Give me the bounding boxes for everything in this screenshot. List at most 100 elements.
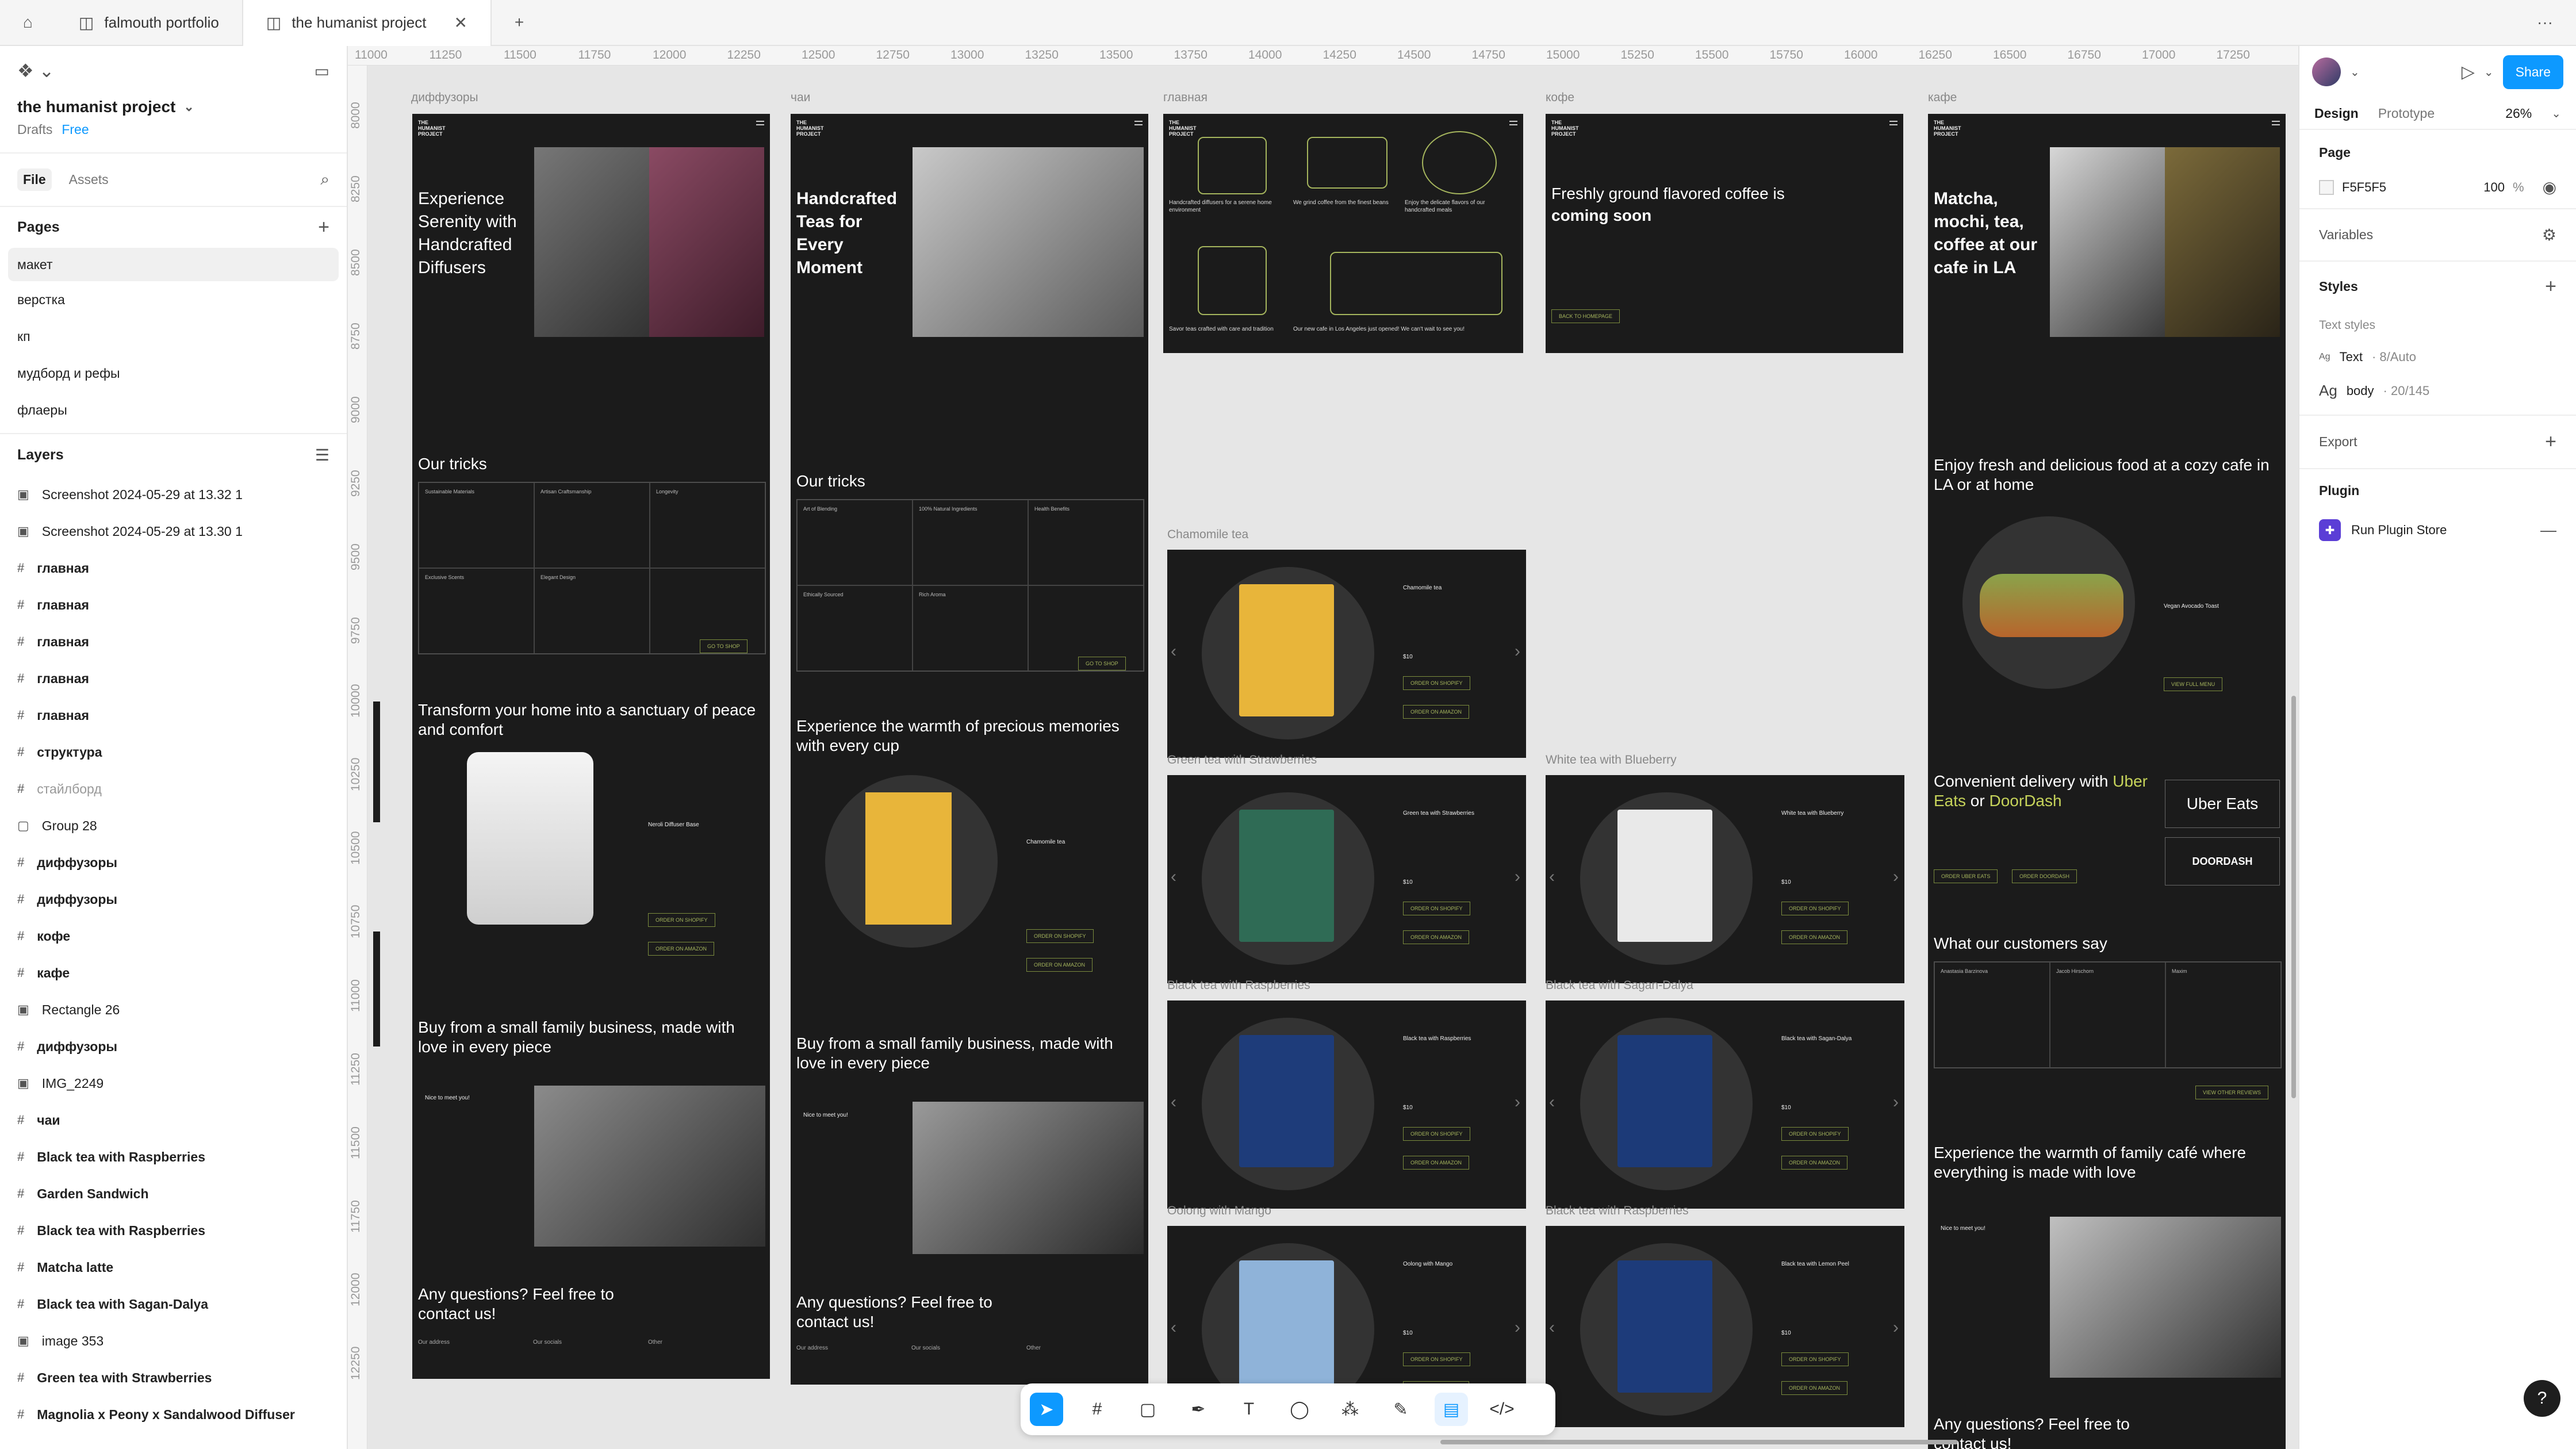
tab-the-humanist-project[interactable]: ◫ the humanist project ✕ xyxy=(241,0,492,46)
actions-tool[interactable]: ⁂ xyxy=(1333,1393,1367,1426)
tea-card[interactable]: Black tea with Lemon Peel $10 ORDER ON SHO… xyxy=(1546,1226,1904,1427)
layer-item[interactable]: ▣ Screenshot 2024-05-29 at 13.30 1 xyxy=(0,513,347,550)
canvas[interactable]: 11000 11250 11500 11750 12000 12250 12500 12750… xyxy=(348,46,2298,1449)
frame-label[interactable]: Oolong with Mango xyxy=(1167,1204,1271,1218)
tea-card[interactable]: Black tea with Raspberries $10 ORDER ON SH… xyxy=(1167,1000,1526,1209)
page-item[interactable]: кп xyxy=(8,318,339,355)
frame-label[interactable]: Chamomile tea xyxy=(1167,528,1248,542)
assets-tab[interactable]: Assets xyxy=(69,172,109,187)
comment-tool[interactable]: ◯ xyxy=(1283,1393,1316,1426)
order-shopify-button[interactable]: ORDER ON SHOPIFY xyxy=(1403,676,1470,690)
new-tab-button[interactable]: + xyxy=(492,0,547,45)
chevron-left-icon[interactable]: ‹ xyxy=(1171,1318,1176,1337)
chevron-down-icon[interactable]: ⌄ xyxy=(2551,106,2561,121)
eye-icon[interactable]: ◉ xyxy=(2543,178,2556,197)
chevron-right-icon[interactable]: › xyxy=(1515,642,1520,661)
frame-main[interactable]: THE HUMANIST PROJECT Handcrafted diffusers… xyxy=(1163,114,1523,353)
tea-card[interactable]: Black tea with Sagan-Dalya $10 ORDER ON SH… xyxy=(1546,1000,1904,1209)
page-item[interactable]: мудборд и рефы xyxy=(8,355,339,392)
chevron-left-icon[interactable]: ‹ xyxy=(1549,1092,1555,1112)
menu-icon[interactable] xyxy=(1134,121,1143,125)
layers-options-icon[interactable]: ☰ xyxy=(315,446,329,465)
go-to-shop-button[interactable]: GO TO SHOP xyxy=(1078,657,1126,670)
layer-item[interactable]: # чаи xyxy=(0,1102,347,1138)
frame-label[interactable]: Green tea with Strawberries xyxy=(1167,753,1317,767)
text-tool[interactable]: T xyxy=(1232,1393,1266,1426)
project-title[interactable]: the humanist project ⌄ xyxy=(17,98,329,116)
layer-item[interactable]: # Black tea with Raspberries xyxy=(0,1138,347,1175)
order-shopify-button[interactable]: ORDER ON SHOPIFY xyxy=(1403,1352,1470,1366)
add-page-icon[interactable]: + xyxy=(318,216,329,239)
layer-item[interactable]: # главная xyxy=(0,623,347,660)
frame-label[interactable]: White tea with Blueberry xyxy=(1546,753,1677,767)
layer-item[interactable]: # Garden Sandwich xyxy=(0,1175,347,1212)
order-amazon-button[interactable]: ORDER ON AMAZON xyxy=(1403,1156,1470,1170)
zoom-level[interactable]: 26% xyxy=(2505,106,2532,121)
menu-icon[interactable] xyxy=(756,121,764,125)
order-shopify-button[interactable]: ORDER ON SHOPIFY xyxy=(1026,929,1094,943)
play-icon[interactable]: ▷ xyxy=(2462,62,2475,82)
more-menu-button[interactable]: ··· xyxy=(2514,0,2576,45)
layer-item[interactable]: # Magnolia x Peony x Sandalwood Diffuser xyxy=(0,1396,347,1433)
frame-cafe[interactable]: THE HUMANIST PROJECT Matcha, mochi, tea, c… xyxy=(1928,114,2286,1449)
layer-item[interactable]: ▣ Rectangle 26 xyxy=(0,991,347,1028)
export-title[interactable]: Export xyxy=(2319,434,2357,450)
menu-icon[interactable] xyxy=(1509,121,1517,125)
close-icon[interactable]: ✕ xyxy=(454,13,467,32)
draw-tool[interactable]: ✎ xyxy=(1384,1393,1417,1426)
chevron-right-icon[interactable]: › xyxy=(1515,867,1520,887)
frame-label[interactable]: Black tea with Raspberries xyxy=(1167,979,1310,992)
share-button[interactable]: Share xyxy=(2502,55,2563,89)
layer-item[interactable]: # кафе xyxy=(0,954,347,991)
frame-diffusers[interactable]: THE HUMANIST PROJECT Experience Serenity w… xyxy=(412,114,770,1379)
layer-item[interactable]: # структура xyxy=(0,734,347,770)
move-tool[interactable]: ➤ xyxy=(1030,1393,1063,1426)
chevron-right-icon[interactable]: › xyxy=(1893,1318,1899,1337)
chevron-right-icon[interactable]: › xyxy=(1893,1092,1899,1112)
chevron-left-icon[interactable]: ‹ xyxy=(1171,867,1176,887)
design-mode-toggle[interactable]: ▤ xyxy=(1435,1393,1468,1426)
doordash-logo[interactable]: DOORDASH xyxy=(2165,837,2280,885)
view-reviews-button[interactable]: VIEW OTHER REVIEWS xyxy=(2195,1086,2269,1099)
frame-coffee[interactable]: THE HUMANIST PROJECT Freshly ground flavor… xyxy=(1546,114,1903,353)
layer-item[interactable]: # Black tea with Sagan-Dalya xyxy=(0,1286,347,1322)
design-tab[interactable]: Design xyxy=(2314,106,2359,121)
chevron-left-icon[interactable]: ‹ xyxy=(1171,1092,1176,1112)
page-item[interactable]: верстка xyxy=(8,281,339,318)
frame-label[interactable]: кофе xyxy=(1546,91,1574,105)
order-shopify-button[interactable]: ORDER ON SHOPIFY xyxy=(1781,902,1849,915)
page-color-value[interactable]: F5F5F5 xyxy=(2342,180,2386,195)
order-doordash-button[interactable]: ORDER DOORDASH xyxy=(2012,869,2077,883)
layer-item[interactable]: # главная xyxy=(0,550,347,586)
view-menu-button[interactable]: VIEW FULL MENU xyxy=(2164,677,2223,691)
minus-icon[interactable]: — xyxy=(2540,521,2556,539)
frame-teas[interactable]: THE HUMANIST PROJECT Handcrafted Teas for … xyxy=(791,114,1148,1385)
sidebar-toggle-icon[interactable]: ▭ xyxy=(315,62,329,80)
add-style-icon[interactable]: + xyxy=(2545,275,2556,298)
figma-menu-icon[interactable]: ❖ ⌄ xyxy=(17,60,54,82)
layer-item[interactable]: ▣ IMG_2249 xyxy=(0,1065,347,1102)
file-tab[interactable]: File xyxy=(17,168,52,191)
page-item[interactable]: флаеры xyxy=(8,392,339,428)
search-icon[interactable]: ⌕ xyxy=(320,170,329,189)
order-shopify-button[interactable]: ORDER ON SHOPIFY xyxy=(648,913,715,927)
dev-mode-toggle[interactable]: </> xyxy=(1485,1393,1519,1426)
layer-item[interactable]: # главная xyxy=(0,586,347,623)
frame-tool[interactable]: # xyxy=(1080,1393,1114,1426)
shape-tool[interactable]: ▢ xyxy=(1131,1393,1164,1426)
variables-title[interactable]: Variables xyxy=(2319,227,2373,243)
help-button[interactable]: ? xyxy=(2524,1380,2560,1417)
layer-item[interactable]: ▣ image 353 xyxy=(0,1322,347,1359)
chevron-left-icon[interactable]: ‹ xyxy=(1171,642,1176,661)
frame-label[interactable]: главная xyxy=(1163,91,1208,105)
order-amazon-button[interactable]: ORDER ON AMAZON xyxy=(1781,1156,1848,1170)
chevron-left-icon[interactable]: ‹ xyxy=(1549,867,1555,887)
layer-item[interactable]: ▢ Group 28 xyxy=(0,807,347,844)
layer-item[interactable]: # Black tea with Raspberries xyxy=(0,1212,347,1249)
chevron-down-icon[interactable]: ⌄ xyxy=(2350,65,2360,79)
frame-label[interactable]: чаи xyxy=(791,91,810,105)
menu-icon[interactable] xyxy=(1889,121,1897,125)
frame-label[interactable]: Black tea with Raspberries xyxy=(1546,1204,1689,1218)
frame-label[interactable]: Black tea with Sagan-Dalya xyxy=(1546,979,1693,992)
chevron-right-icon[interactable]: › xyxy=(1893,867,1899,887)
